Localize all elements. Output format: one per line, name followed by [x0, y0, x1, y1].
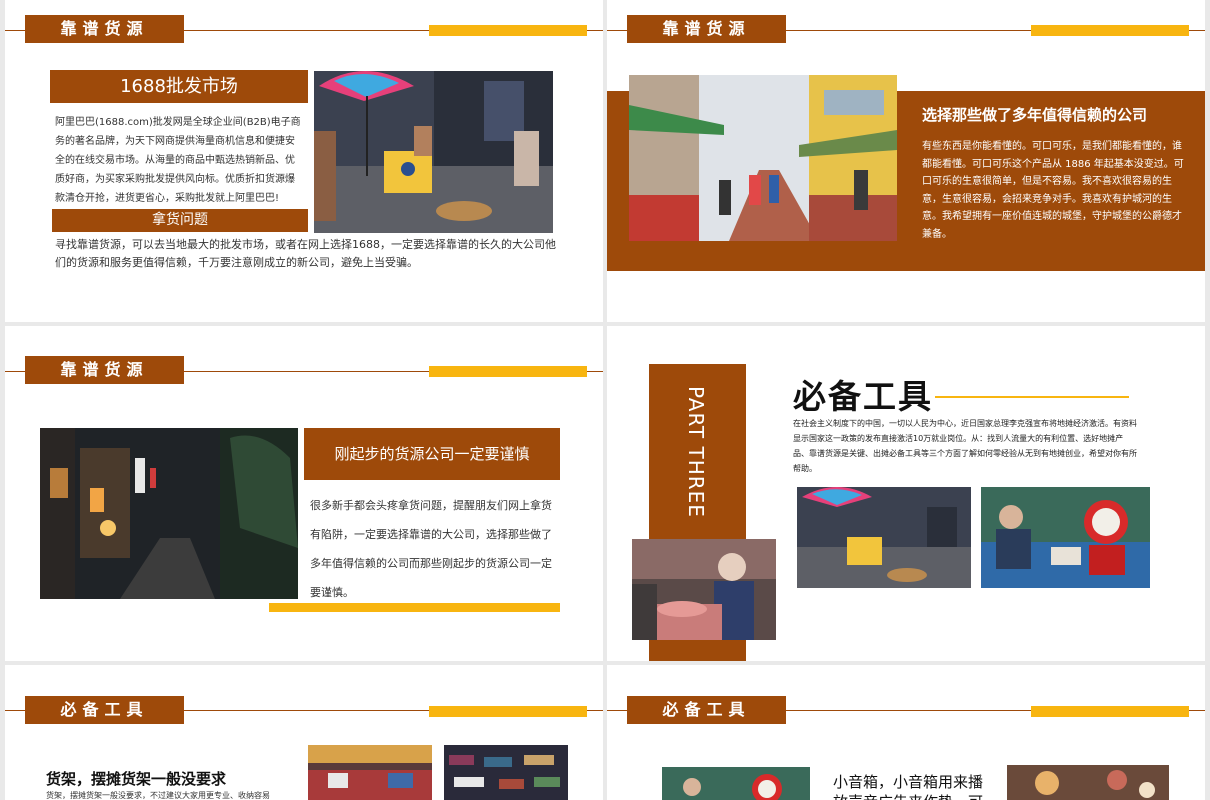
scale-photo-bottom [662, 767, 810, 800]
title-text: 刚起步的货源公司一定要谨慎 [334, 445, 530, 463]
body-text: 寻找靠谱货源，可以去当地最大的批发市场，或者在网上选择1688，一定要选择靠谱的… [55, 238, 556, 269]
market-street-photo [629, 75, 897, 241]
sub-title-text: 拿货问题 [152, 212, 208, 228]
accent-bar [429, 366, 587, 377]
butcher-photo [632, 539, 776, 640]
alley-night-photo [40, 428, 298, 599]
slide-2[interactable]: 靠谱货源 选择那些做了多年值得信赖的公司 有些东西是你能看懂的。可口可乐，是我们… [607, 0, 1205, 322]
scale-photo [981, 487, 1150, 588]
panel-title: 选择那些做了多年值得信赖的公司 [922, 106, 1148, 124]
street-vendor-photo [314, 71, 553, 233]
slide-4[interactable]: PART THREE 必备工具 在社会主义制度下的中国，一切以人民为中心，近日国… [607, 326, 1205, 661]
blurred-stall-photo [1007, 765, 1169, 800]
accent-bar [1031, 706, 1189, 717]
slide-6[interactable]: 必备工具 小音箱，小音箱用来播放声音广告来作势，可 [607, 665, 1205, 800]
accent-bar [429, 706, 587, 717]
section-tag: 靠谱货源 [25, 356, 184, 384]
title-underline [935, 396, 1129, 398]
desc-text: 阿里巴巴(1688.com)批发网是全球企业间(B2B)电子商务的著名品牌，为天… [55, 117, 301, 204]
accent-bar [1031, 25, 1189, 36]
body-text: 很多新手都会头疼拿货问题，提醒朋友们网上拿货有陷阱，一定要选择靠谱的大公司，选择… [310, 499, 552, 599]
section-tag: 靠谱货源 [627, 15, 786, 43]
street-vendor-photo-small [797, 487, 971, 588]
shoes-rack-photo [444, 745, 568, 800]
item-body: 货架，摆摊货架一般没要求，不过建议大家用更专业、收纳容易 [46, 791, 270, 800]
box-title: 1688批发市场 [50, 70, 308, 103]
slide-5[interactable]: 必备工具 货架，摆摊货架一般没要求 货架，摆摊货架一般没要求，不过建议大家用更专… [5, 665, 603, 800]
section-title: 必备工具 [793, 377, 933, 416]
item-title: 货架，摆摊货架一般没要求 [46, 770, 227, 788]
section-tag: 必备工具 [25, 696, 184, 724]
slide-3[interactable]: 靠谱货源 刚起步的货源公司一定要谨慎 很多新手都会头疼拿货问题，提醒朋友们网上拿… [5, 326, 603, 661]
slide-1[interactable]: 靠谱货源 1688批发市场 阿里巴巴(1688.com)批发网是全球企业间(B2… [5, 0, 603, 322]
section-tag: 必备工具 [627, 696, 786, 724]
body-text: 在社会主义制度下的中国，一切以人民为中心，近日国家总理李克强宣布将地摊经济激活。… [793, 419, 1137, 473]
box-title-text: 1688批发市场 [120, 76, 238, 97]
sub-title: 拿货问题 [52, 209, 308, 232]
market-stall-photo [308, 745, 432, 800]
panel-body: 有些东西是你能看懂的。可口可乐，是我们都能看懂的，谁都能看懂。可口可乐这个产品从… [922, 141, 1184, 240]
item-body: 小音箱，小音箱用来播放声音广告来作势，可 [833, 773, 984, 800]
title-box: 刚起步的货源公司一定要谨慎 [304, 428, 560, 480]
accent-bar [429, 25, 587, 36]
section-tag: 靠谱货源 [25, 15, 184, 43]
bottom-accent-bar [269, 603, 560, 612]
